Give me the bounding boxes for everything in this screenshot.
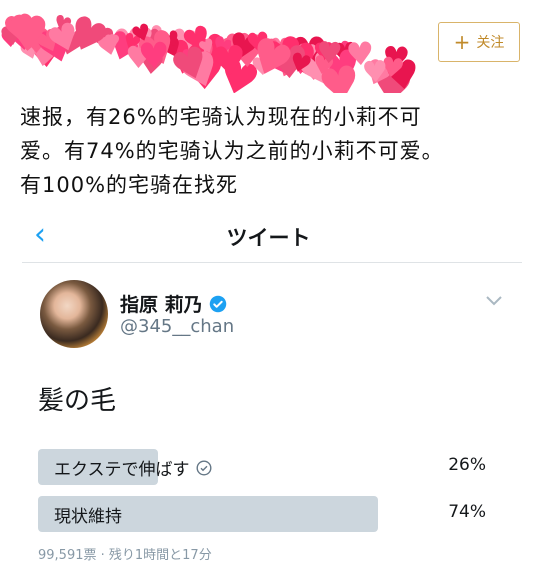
heart-icon: ♥: [4, 8, 51, 64]
display-name: 指原 莉乃: [120, 294, 203, 316]
display-name-row[interactable]: 指原 莉乃: [120, 290, 227, 317]
poll-option: エクステで伸ばす 26%: [38, 449, 498, 485]
chevron-down-icon[interactable]: [486, 296, 502, 306]
header-divider: [22, 262, 522, 263]
follow-label: 关注: [476, 35, 505, 51]
verified-badge-icon: [209, 295, 226, 312]
poll-option-label: 現状維持: [54, 507, 122, 527]
user-handle[interactable]: @345__chan: [120, 316, 234, 337]
follow-button[interactable]: + 关注: [438, 22, 520, 62]
poll-percent: 74%: [448, 502, 486, 522]
caption-line-3: 有100%的宅骑在找死: [20, 173, 239, 197]
avatar[interactable]: [40, 280, 108, 348]
caption-line-1: 速报，有26%的宅骑认为现在的小莉不可: [20, 105, 422, 129]
heart-icon: ♥: [102, 30, 121, 54]
heart-icon: ♥: [361, 53, 391, 90]
heart-sticker-overlay: ♥ ♥ ♥ ♥ ♥ ♥ ♥ ♥ ♥ ♥ ♥ ♥ ♥ ♥ ♥ ♥ ♥ ♥ ♥ ♥ ♥ ♥ ♥ ♥ ♥ ♥ ♥ ♥ ♥ ♥ ♥ ♥ ♥ ♥ ♥ ♥ ♥ ♥ ♥ ♥…: [0, 8, 425, 93]
plus-icon: +: [453, 30, 471, 54]
caption-text: 速报，有26%的宅骑认为现在的小莉不可 爱。有74%的宅骑认为之前的小莉不可爱。…: [20, 100, 525, 202]
heart-icon: ♥: [137, 35, 171, 78]
tweet-text: 髪の毛: [38, 386, 117, 416]
poll-option: 現状維持 74%: [38, 496, 498, 532]
poll-meta: 99,591票 · 残り1時間と17分: [38, 548, 212, 563]
poll-percent: 26%: [448, 455, 486, 475]
heart-icon: ♥: [315, 35, 344, 71]
check-circle-icon: [195, 459, 212, 476]
header-title: ツイート: [226, 226, 311, 250]
caption-line-2: 爱。有74%的宅骑认为之前的小莉不可爱。: [20, 139, 444, 163]
poll-option-label: エクステで伸ばす: [54, 460, 190, 480]
tweet-header: ‹ ツイート: [0, 214, 537, 262]
